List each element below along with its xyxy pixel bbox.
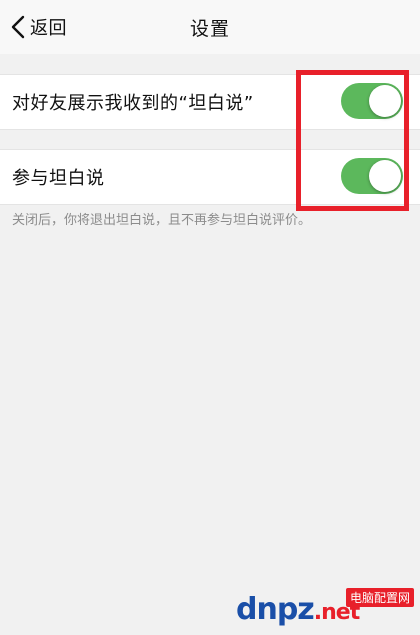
page-title: 设置	[189, 18, 230, 40]
site-watermark-logo: dnpz.net 电脑配置网	[236, 588, 418, 632]
annotation-highlight-box	[296, 70, 409, 211]
watermark-badge: 电脑配置网	[345, 588, 414, 607]
settings-footnote: 关闭后，你将退出坦白说，且不再参与坦白说评价。	[12, 213, 312, 228]
settings-row-label: 参与坦白说	[12, 168, 105, 189]
settings-row-label: 对好友展示我收到的“坦白说”	[12, 93, 254, 114]
navigation-bar: 返回 设置	[0, 0, 420, 54]
watermark-domain: dnpz.net	[236, 592, 360, 627]
